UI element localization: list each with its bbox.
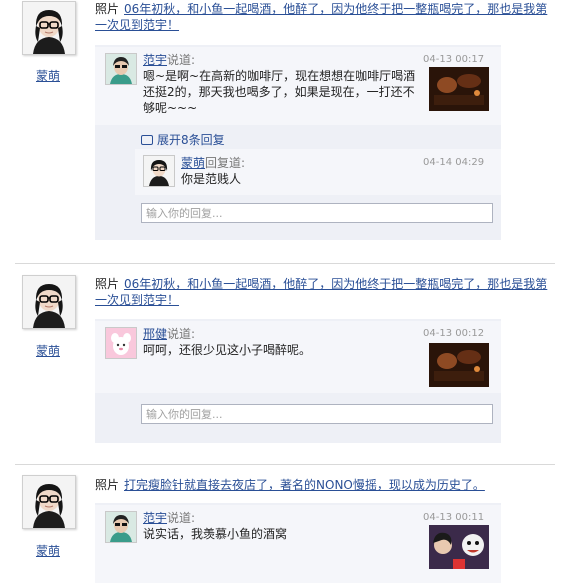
comment-photo-thumbnail[interactable] <box>429 525 489 569</box>
reply-header: 蒙萌回复道: <box>181 155 245 171</box>
share-type-label: 照片 <box>95 478 120 492</box>
reply-input[interactable] <box>141 203 493 223</box>
comment-text: 呵呵，还很少见这小子喝醉呢。 <box>143 343 312 357</box>
comment-box: 范宇说道: 04-13 00:17 嗯~是啊~在高新的咖啡厅，现在想想在咖啡厅喝… <box>95 45 501 240</box>
author-name[interactable]: 蒙萌 <box>22 542 74 559</box>
commenter-avatar[interactable] <box>105 511 137 543</box>
reply-input[interactable] <box>141 404 493 424</box>
author-avatar[interactable] <box>22 275 76 329</box>
share-type-label: 照片 <box>95 277 120 291</box>
expand-replies-label: 展开8条回复 <box>157 133 225 147</box>
replier-name[interactable]: 蒙萌 <box>181 156 205 170</box>
post-divider <box>15 464 555 465</box>
comment-text: 嗯~是啊~在高新的咖啡厅，现在想想在咖啡厅喝酒还挺2的，那天我也喝多了，如果是现… <box>143 69 416 115</box>
replied-label: 回复道: <box>205 156 246 170</box>
post-divider <box>15 263 555 264</box>
comment-time: 04-13 00:11 <box>423 512 485 523</box>
comment-box: 邢健说道: 04-13 00:12 呵呵，还很少见这小子喝醉呢。 <box>95 319 501 443</box>
comment-item: 范宇说道: 04-13 00:17 嗯~是啊~在高新的咖啡厅，现在想想在咖啡厅喝… <box>95 47 501 125</box>
said-label: 说道: <box>167 327 196 341</box>
author-avatar[interactable] <box>22 1 76 55</box>
comment-photo-thumbnail[interactable] <box>429 343 489 387</box>
comment-time: 04-13 00:12 <box>423 328 485 339</box>
commenter-name[interactable]: 邢健 <box>143 327 167 341</box>
author-avatar[interactable] <box>22 475 76 529</box>
reply-time: 04-14 04:29 <box>423 157 485 168</box>
comment-header: 范宇说道: <box>143 52 195 68</box>
comment-item: 范宇说道: 04-13 00:11 说实话，我羡慕小鱼的酒窝 <box>95 505 501 583</box>
expand-replies-link[interactable]: 展开8条回复 <box>141 131 225 148</box>
comment-time: 04-13 00:17 <box>423 54 485 65</box>
reply-item: 蒙萌回复道: 04-14 04:29 你是范贱人 <box>135 149 501 195</box>
commenter-name[interactable]: 范宇 <box>143 53 167 67</box>
comment-item: 邢健说道: 04-13 00:12 呵呵，还很少见这小子喝醉呢。 <box>95 321 501 393</box>
share-text: 照片 06年初秋，和小鱼一起喝酒，他醉了，因为他终于把一整瓶喝完了，那也是我第一次… <box>95 1 555 33</box>
commenter-avatar[interactable] <box>105 53 137 85</box>
reply-text: 你是范贱人 <box>181 172 242 186</box>
share-type-label: 照片 <box>95 2 120 16</box>
comment-header: 范宇说道: <box>143 510 195 526</box>
commenter-name[interactable]: 范宇 <box>143 511 167 525</box>
share-link[interactable]: 06年初秋，和小鱼一起喝酒，他醉了，因为他终于把一整瓶喝完了，那也是我第一次见到… <box>95 2 547 32</box>
commenter-avatar[interactable] <box>105 327 137 359</box>
author-name[interactable]: 蒙萌 <box>22 342 74 359</box>
said-label: 说道: <box>167 53 196 67</box>
share-text: 照片 06年初秋，和小鱼一起喝酒，他醉了，因为他终于把一整瓶喝完了，那也是我第一次… <box>95 276 555 308</box>
share-text: 照片 打完瘦脸针就直接去夜店了，著名的NONO慢摇，现以成为历史了。 <box>95 477 555 493</box>
replier-avatar[interactable] <box>143 155 175 187</box>
share-link[interactable]: 06年初秋，和小鱼一起喝酒，他醉了，因为他终于把一整瓶喝完了，那也是我第一次见到… <box>95 277 547 307</box>
share-link[interactable]: 打完瘦脸针就直接去夜店了，著名的NONO慢摇，现以成为历史了。 <box>124 478 485 492</box>
comment-bubble-icon <box>141 135 153 145</box>
comment-text: 说实话，我羡慕小鱼的酒窝 <box>143 527 288 541</box>
comment-box: 范宇说道: 04-13 00:11 说实话，我羡慕小鱼的酒窝 <box>95 503 501 583</box>
comment-header: 邢健说道: <box>143 326 195 342</box>
comment-photo-thumbnail[interactable] <box>429 67 489 111</box>
said-label: 说道: <box>167 511 196 525</box>
author-name[interactable]: 蒙萌 <box>22 67 74 84</box>
